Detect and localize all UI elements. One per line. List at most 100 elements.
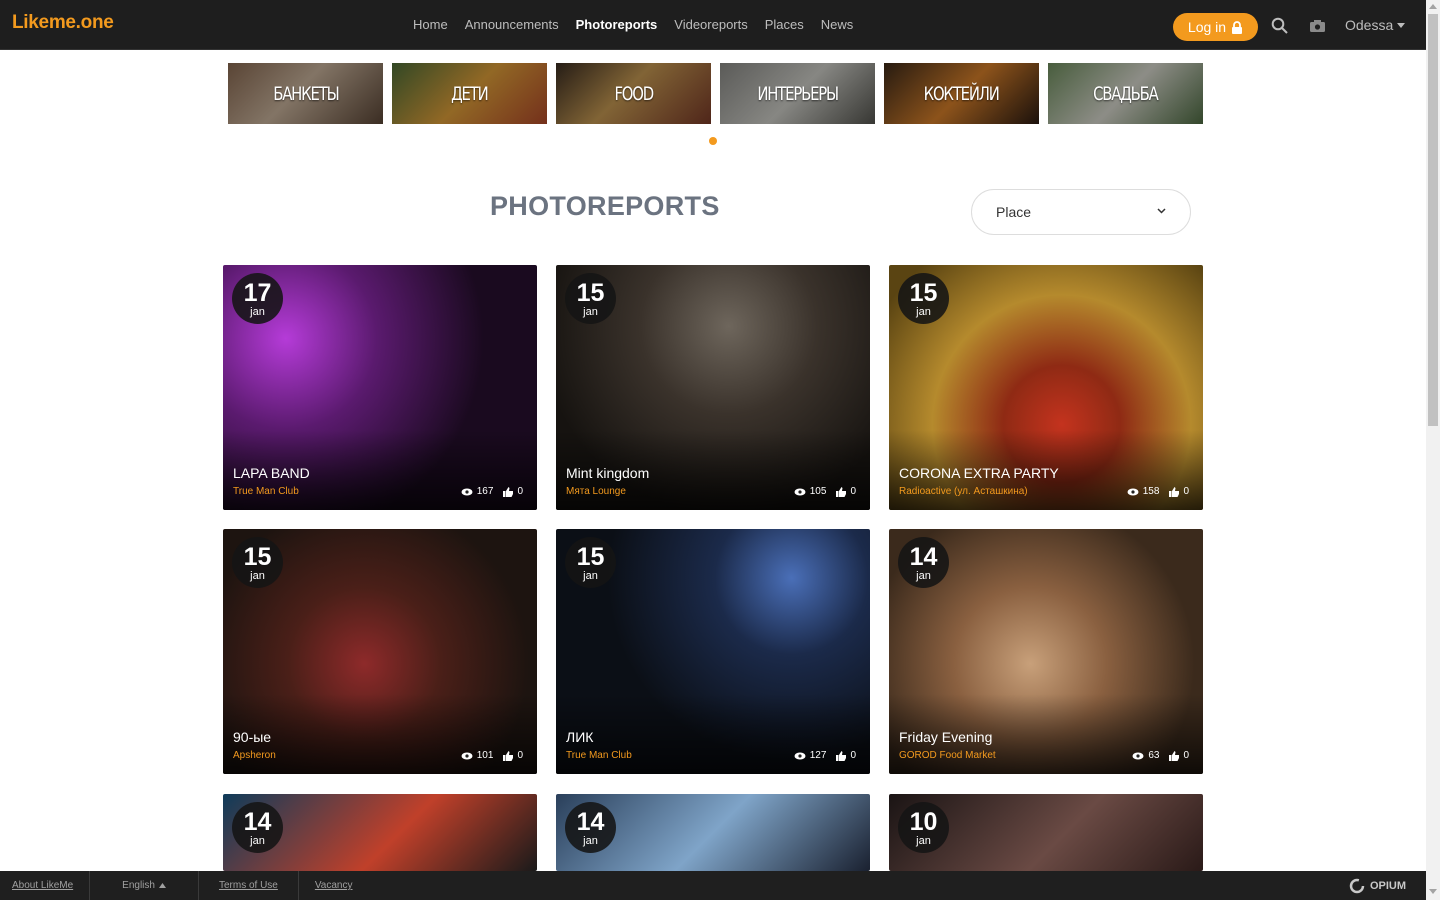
card-title[interactable]: 90-ые bbox=[233, 729, 271, 745]
page-title: PHOTOREPORTS bbox=[490, 191, 720, 221]
category-label: СВАДЬБА bbox=[1093, 82, 1159, 105]
eye-icon bbox=[794, 488, 806, 495]
card-place[interactable]: Radioactive (ул. Асташкина) bbox=[899, 486, 1028, 497]
place-select[interactable]: Place bbox=[971, 189, 1191, 235]
category-banquets[interactable]: БАНКЕТЫ bbox=[228, 63, 383, 124]
card-place[interactable]: Apsheron bbox=[233, 750, 276, 761]
date-badge: 10 jan bbox=[898, 802, 949, 853]
logo[interactable]: Likeme.one bbox=[12, 12, 114, 34]
likes-count: 0 bbox=[1169, 486, 1189, 497]
nav-announcements[interactable]: Announcements bbox=[465, 17, 559, 32]
photoreport-card[interactable]: 15 jan Mint kingdom Мята Lounge 105 0 bbox=[556, 265, 870, 510]
photoreport-card[interactable]: 15 jan CORONA EXTRA PARTY Radioactive (ул… bbox=[889, 265, 1203, 510]
thumbs-up-icon bbox=[503, 486, 514, 497]
nav-home[interactable]: Home bbox=[413, 17, 448, 32]
photoreport-card[interactable]: 17 jan LAPA BAND True Man Club 167 0 bbox=[223, 265, 537, 510]
likes-count: 0 bbox=[836, 486, 856, 497]
category-label: КОКТЕЙЛИ bbox=[923, 82, 1000, 105]
opium-brand[interactable]: OPIUM bbox=[1349, 878, 1406, 894]
views-count: 101 bbox=[461, 750, 493, 761]
thumbs-up-icon bbox=[1169, 486, 1180, 497]
views-count: 158 bbox=[1127, 486, 1159, 497]
card-title[interactable]: ЛИК bbox=[566, 729, 593, 745]
page-scrollbar[interactable] bbox=[1426, 0, 1440, 900]
card-place[interactable]: Мята Lounge bbox=[566, 486, 626, 497]
eye-icon bbox=[1132, 752, 1144, 759]
language-label: English bbox=[122, 880, 155, 891]
caret-up-icon bbox=[158, 883, 166, 888]
views-count: 105 bbox=[794, 486, 826, 497]
eye-icon bbox=[461, 752, 473, 759]
card-place[interactable]: True Man Club bbox=[566, 750, 632, 761]
nav-videoreports[interactable]: Videoreports bbox=[674, 17, 747, 32]
category-label: ИНТЕРЬЕРЫ bbox=[757, 82, 839, 105]
card-stats: 167 0 bbox=[461, 486, 523, 497]
scroll-down-icon[interactable] bbox=[1429, 889, 1437, 894]
views-count: 127 bbox=[794, 750, 826, 761]
likes-count: 0 bbox=[1169, 750, 1189, 761]
nav-photoreports[interactable]: Photoreports bbox=[576, 17, 658, 32]
carousel-dot[interactable] bbox=[709, 137, 717, 145]
date-badge: 14 jan bbox=[232, 802, 283, 853]
card-stats: 127 0 bbox=[794, 750, 856, 761]
category-wedding[interactable]: СВАДЬБА bbox=[1048, 63, 1203, 124]
date-badge: 17 jan bbox=[232, 273, 283, 324]
photoreport-card[interactable]: 14 jan bbox=[556, 794, 870, 871]
login-label: Log in bbox=[1187, 19, 1227, 35]
category-label: FOOD bbox=[614, 82, 654, 105]
camera-icon[interactable] bbox=[1307, 15, 1327, 35]
photoreport-card[interactable]: 15 jan ЛИК True Man Club 127 0 bbox=[556, 529, 870, 774]
date-badge: 14 jan bbox=[898, 537, 949, 588]
card-place[interactable]: True Man Club bbox=[233, 486, 299, 497]
likes-count: 0 bbox=[503, 750, 523, 761]
card-stats: 158 0 bbox=[1127, 486, 1189, 497]
date-badge: 15 jan bbox=[232, 537, 283, 588]
photoreport-card[interactable]: 14 jan Friday Evening GOROD Food Market 6… bbox=[889, 529, 1203, 774]
opium-logo-icon bbox=[1349, 878, 1365, 894]
footer-terms-link[interactable]: Terms of Use bbox=[199, 871, 299, 900]
photoreport-card[interactable]: 10 jan bbox=[889, 794, 1203, 871]
likes-count: 0 bbox=[503, 486, 523, 497]
footer-about-link[interactable]: About LikeMe bbox=[0, 871, 91, 900]
card-title[interactable]: Mint kingdom bbox=[566, 465, 649, 481]
date-badge: 15 jan bbox=[898, 273, 949, 324]
opium-label: OPIUM bbox=[1369, 880, 1406, 892]
login-button[interactable]: Log in bbox=[1173, 13, 1258, 41]
card-gradient bbox=[556, 694, 870, 774]
category-food[interactable]: FOOD bbox=[556, 63, 711, 124]
thumbs-up-icon bbox=[836, 750, 847, 761]
category-kids[interactable]: ДЕТИ bbox=[392, 63, 547, 124]
eye-icon bbox=[794, 752, 806, 759]
category-interiors[interactable]: ИНТЕРЬЕРЫ bbox=[720, 63, 875, 124]
category-carousel: БАНКЕТЫ ДЕТИ FOOD ИНТЕРЬЕРЫ КОКТЕЙЛИ СВА… bbox=[228, 63, 1203, 124]
search-icon[interactable] bbox=[1269, 15, 1289, 35]
thumbs-up-icon bbox=[503, 750, 514, 761]
date-badge: 14 jan bbox=[565, 802, 616, 853]
language-selector[interactable]: English bbox=[90, 871, 199, 900]
chevron-down-icon bbox=[1397, 22, 1406, 28]
footer-vacancy-link[interactable]: Vacancy bbox=[299, 871, 369, 900]
city-label: Odessa bbox=[1345, 17, 1394, 33]
scroll-up-icon[interactable] bbox=[1429, 4, 1437, 9]
category-cocktails[interactable]: КОКТЕЙЛИ bbox=[884, 63, 1039, 124]
main-nav: Home Announcements Photoreports Videorep… bbox=[413, 17, 853, 32]
card-title[interactable]: Friday Evening bbox=[899, 729, 992, 745]
nav-places[interactable]: Places bbox=[765, 17, 804, 32]
card-title[interactable]: CORONA EXTRA PARTY bbox=[899, 465, 1059, 481]
city-selector[interactable]: Odessa bbox=[1345, 17, 1406, 33]
chevron-down-icon bbox=[1157, 208, 1166, 214]
photoreport-card[interactable]: 14 jan bbox=[223, 794, 537, 871]
card-stats: 63 0 bbox=[1132, 750, 1189, 761]
scrollbar-thumb[interactable] bbox=[1428, 14, 1438, 426]
likes-count: 0 bbox=[836, 750, 856, 761]
category-label: БАНКЕТЫ bbox=[272, 82, 339, 105]
photoreport-card[interactable]: 15 jan 90-ые Apsheron 101 0 bbox=[223, 529, 537, 774]
category-label: ДЕТИ bbox=[451, 82, 489, 105]
card-title[interactable]: LAPA BAND bbox=[233, 465, 310, 481]
date-badge: 15 jan bbox=[565, 537, 616, 588]
nav-news[interactable]: News bbox=[821, 17, 854, 32]
views-count: 63 bbox=[1132, 750, 1159, 761]
card-place[interactable]: GOROD Food Market bbox=[899, 750, 996, 761]
views-count: 167 bbox=[461, 486, 493, 497]
footer-bar: About LikeMe English Terms of Use Vacanc… bbox=[0, 871, 1426, 900]
